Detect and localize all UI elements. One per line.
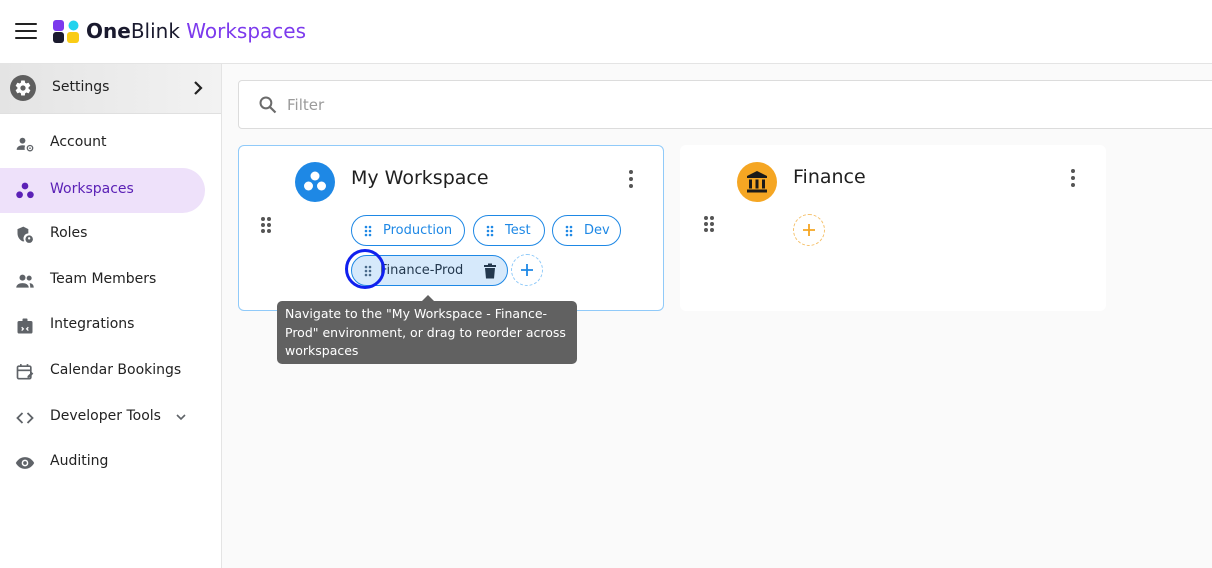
workspace-avatar [295, 162, 335, 202]
sidebar-item-label: Developer Tools [50, 408, 161, 424]
drag-handle-icon [364, 225, 372, 237]
calendar-icon [16, 364, 34, 380]
workspace-card: Finance [680, 145, 1106, 311]
plus-icon [803, 224, 815, 236]
sidebar-item-team-members[interactable]: Team Members [0, 258, 205, 303]
code-icon [16, 412, 34, 424]
add-environment-button[interactable] [511, 254, 543, 286]
sidebar-item-calendar-bookings[interactable]: Calendar Bookings [0, 349, 205, 394]
sidebar-item-integrations[interactable]: Integrations [0, 303, 205, 348]
oneblink-logo [53, 20, 79, 43]
workspace-title: My Workspace [351, 167, 489, 189]
sidebar-item-label: Roles [50, 225, 88, 241]
environment-chip[interactable]: Dev [552, 215, 621, 246]
filter-input[interactable] [287, 93, 887, 117]
more-vert-icon[interactable] [1069, 169, 1077, 189]
plus-icon [521, 264, 533, 276]
environment-label: Production [383, 223, 453, 238]
tooltip-text: Navigate to the "My Workspace - Finance-… [285, 306, 566, 358]
sidebar-item-workspaces[interactable]: Workspaces [0, 168, 205, 213]
workspace-avatar [737, 162, 777, 202]
workspace-card: My Workspace Production Test Dev Finance… [238, 145, 664, 311]
environment-label: Finance-Prod [380, 263, 464, 278]
top-app-bar: OneBlink Workspaces [0, 0, 1212, 64]
gear-icon [10, 75, 36, 101]
sidebar-item-label: Auditing [50, 453, 109, 469]
menu-icon[interactable] [15, 23, 37, 39]
bank-icon [747, 171, 767, 193]
sidebar-item-auditing[interactable]: Auditing [0, 440, 205, 485]
environment-chip[interactable]: Test [473, 215, 545, 246]
app-title: OneBlink Workspaces [86, 19, 306, 43]
tooltip: Navigate to the "My Workspace - Finance-… [277, 295, 577, 364]
workspaces-icon [16, 182, 34, 199]
eye-icon [15, 457, 35, 469]
settings-label: Settings [52, 79, 110, 95]
environment-chip[interactable]: Production [351, 215, 465, 246]
drag-handle-icon [565, 225, 573, 237]
account-settings-icon [16, 137, 34, 152]
environment-label: Dev [584, 223, 610, 238]
focus-indicator [345, 249, 385, 289]
sidebar-item-label: Account [50, 134, 107, 150]
sidebar-item-label: Team Members [50, 271, 157, 287]
tooltip-arrow [422, 295, 434, 301]
integrations-icon [17, 318, 33, 334]
sidebar-item-label: Calendar Bookings [50, 362, 182, 378]
search-icon [259, 96, 277, 114]
settings-nav-header[interactable]: Settings [0, 64, 221, 114]
sidebar-item-roles[interactable]: Roles [0, 212, 205, 257]
drag-handle-icon [486, 225, 494, 237]
team-members-icon [16, 274, 34, 288]
environment-label: Test [505, 223, 531, 238]
roles-icon [17, 226, 33, 243]
add-environment-button[interactable] [793, 214, 825, 246]
chevron-down-icon [176, 414, 186, 421]
chevron-right-icon [194, 81, 203, 95]
more-vert-icon[interactable] [627, 170, 635, 190]
sidebar-item-label: Integrations [50, 316, 135, 332]
workspaces-icon [304, 171, 326, 191]
drag-handle-icon[interactable] [260, 216, 272, 234]
sidebar-item-label: Workspaces [50, 181, 134, 197]
drag-handle-icon[interactable] [703, 215, 715, 233]
workspace-title: Finance [793, 166, 866, 188]
sidebar-item-developer-tools[interactable]: Developer Tools [0, 395, 205, 440]
filter-box [238, 80, 1212, 129]
sidebar: Settings Account Workspaces Roles Team M… [0, 64, 222, 568]
sidebar-item-account[interactable]: Account [0, 121, 205, 166]
delete-icon[interactable] [483, 263, 497, 279]
